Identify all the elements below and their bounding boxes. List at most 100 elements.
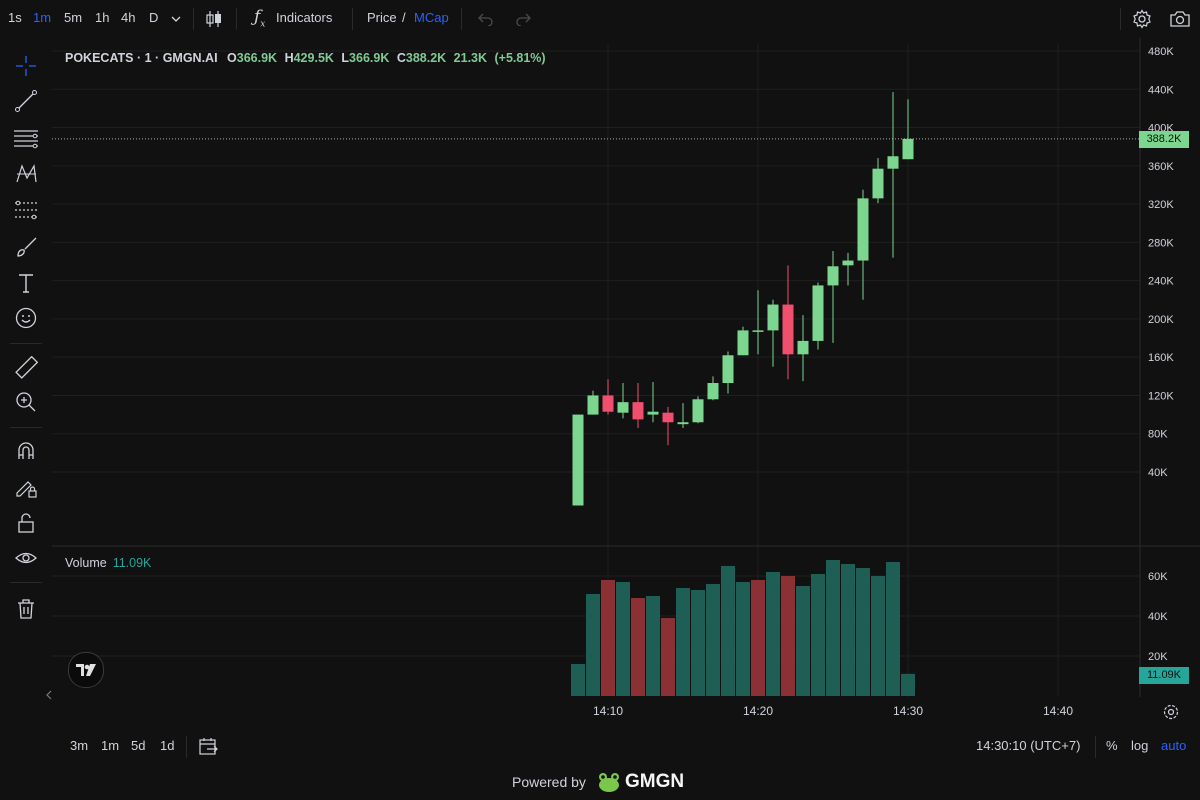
volume-bar	[886, 562, 900, 696]
volume-tick-label: 60K	[1148, 571, 1168, 583]
candle-body	[857, 198, 869, 261]
volume-legend: Volume 11.09K	[65, 556, 151, 570]
time-tick-label: 14:30	[893, 704, 923, 718]
range-3m[interactable]: 3m	[70, 738, 88, 753]
price-tick-label: 280K	[1148, 237, 1174, 249]
candle-body	[692, 399, 704, 423]
candle-body	[677, 422, 689, 425]
range-1m[interactable]: 1m	[101, 738, 119, 753]
high-value: 429.5K	[293, 51, 334, 65]
candle-body	[662, 412, 674, 423]
volume-label: Volume	[65, 556, 107, 570]
powered-by-label: Powered by	[512, 774, 586, 790]
low-value: 366.9K	[349, 51, 390, 65]
volume-bar	[766, 572, 780, 696]
candle-body	[752, 330, 764, 332]
volume-bar	[586, 594, 600, 696]
low-label: L	[341, 51, 350, 65]
range-1d[interactable]: 1d	[160, 738, 174, 753]
candle-body	[767, 304, 779, 331]
timezone-readout[interactable]: 14:30:10 (UTC+7)	[976, 738, 1080, 753]
price-tick-label: 480K	[1148, 46, 1174, 58]
price-tick-label: 160K	[1148, 352, 1174, 364]
auto-toggle[interactable]: auto	[1161, 738, 1186, 753]
candle-body	[812, 285, 824, 341]
candle-body	[602, 395, 614, 412]
volume-legend-value: 11.09K	[112, 556, 152, 570]
volume-bar	[676, 588, 690, 696]
volume-bar	[901, 673, 915, 696]
close-label: C	[396, 51, 406, 65]
axis-settings-icon[interactable]	[1162, 703, 1180, 721]
candle-body	[902, 138, 914, 160]
volume-bar	[646, 596, 660, 696]
volume-bar	[856, 568, 870, 696]
volume-tick-label: 40K	[1148, 611, 1168, 623]
toolbar-divider	[1095, 736, 1096, 758]
volume-bar	[706, 584, 720, 696]
candle-body	[842, 260, 854, 266]
volume-bar	[796, 586, 810, 696]
volume-bar	[601, 580, 615, 696]
volume-bar	[781, 576, 795, 696]
time-tick-label: 14:10	[593, 704, 623, 718]
candle-body	[722, 355, 734, 384]
frog-logo-icon	[599, 773, 619, 792]
toolbar-divider	[186, 736, 187, 758]
volume-bar	[736, 582, 750, 696]
range-5d[interactable]: 5d	[131, 738, 145, 753]
candle-body	[587, 395, 599, 415]
price-tick-label: 200K	[1148, 314, 1174, 326]
volume-bar	[811, 574, 825, 696]
candle-body	[827, 266, 839, 286]
log-toggle[interactable]: log	[1131, 738, 1148, 753]
percent-toggle[interactable]: %	[1106, 738, 1118, 753]
open-value: 366.9K	[236, 51, 278, 65]
candle-body	[872, 168, 884, 199]
change-value: (+5.81%)	[494, 51, 546, 65]
price-tick-label: 320K	[1148, 199, 1174, 211]
gmgn-brand: GMGN	[625, 771, 685, 792]
bottom-toolbar: 3m 1m 5d 1d 14:30:10 (UTC+7) % log auto	[0, 728, 1200, 768]
candle-body	[572, 414, 584, 506]
close-value: 388.2K	[405, 51, 447, 65]
volume-bar	[616, 582, 630, 696]
volume-bar	[631, 598, 645, 696]
volume-bar	[571, 664, 585, 696]
price-tick-label: 40K	[1148, 467, 1168, 479]
price-tick-label: 360K	[1148, 161, 1174, 173]
price-tick-label: 240K	[1148, 276, 1174, 288]
last-price-tag: 388.2K	[1139, 131, 1189, 148]
volume-bar	[826, 560, 840, 696]
volume-tick-label: 20K	[1148, 651, 1168, 663]
price-chart[interactable]: 480K440K400K360K320K280K240K200K160K120K…	[0, 0, 1200, 728]
volume-bar	[661, 618, 675, 696]
candle-body	[737, 330, 749, 356]
candle-body	[707, 383, 719, 400]
price-tick-label: 120K	[1148, 390, 1174, 402]
time-tick-label: 14:20	[743, 704, 773, 718]
open-label: O	[227, 51, 237, 65]
powered-by-footer: Powered by GMGN	[0, 768, 1200, 800]
high-label: H	[284, 51, 294, 65]
candle-body	[797, 340, 809, 355]
last-volume-tag: 11.09K	[1139, 667, 1189, 684]
symbol-title: POKECATS · 1 · GMGN.AI	[65, 51, 218, 65]
candle-body	[617, 402, 629, 413]
price-tick-label: 440K	[1148, 84, 1174, 96]
volume-bar	[841, 564, 855, 696]
volume-value: 21.3K	[453, 51, 488, 65]
candle-body	[647, 411, 659, 415]
volume-bar	[871, 576, 885, 696]
candle-body	[632, 402, 644, 420]
volume-bar	[721, 566, 735, 696]
candle-body	[782, 304, 794, 355]
volume-bar	[751, 580, 765, 696]
time-tick-label: 14:40	[1043, 704, 1073, 718]
volume-bar	[691, 590, 705, 696]
tradingview-logo[interactable]	[68, 652, 104, 688]
price-tick-label: 80K	[1148, 429, 1168, 441]
candle-body	[887, 156, 899, 169]
ohlc-legend: POKECATS · 1 · GMGN.AI O366.9K H429.5K L…	[65, 51, 550, 65]
calendar-range-icon[interactable]	[198, 736, 218, 756]
